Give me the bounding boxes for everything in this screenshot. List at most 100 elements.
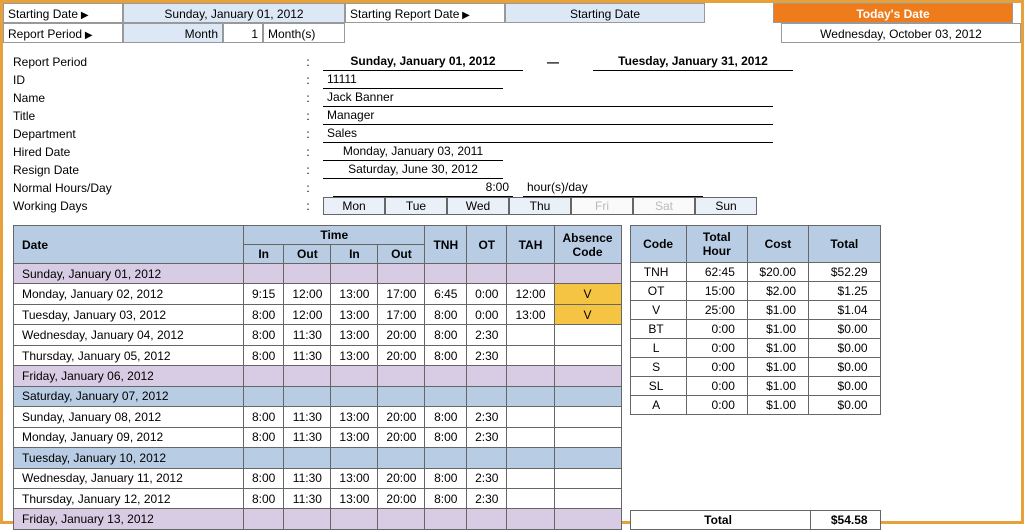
out1-cell[interactable]: 11:30 — [284, 345, 331, 365]
summary-row: TNH62:45$20.00$52.29 — [630, 263, 880, 282]
out1-cell[interactable]: 11:30 — [284, 488, 331, 508]
starting-date2-label[interactable]: Starting Date — [505, 3, 705, 23]
in1-cell[interactable]: 8:00 — [244, 345, 284, 365]
date-cell: Tuesday, January 03, 2012 — [14, 304, 244, 324]
ot-cell: 2:30 — [467, 325, 507, 345]
in2-cell[interactable]: 13:00 — [331, 304, 378, 324]
month-label[interactable]: Month — [123, 23, 223, 43]
out1-cell[interactable]: 11:30 — [284, 427, 331, 447]
hour-cell: 62:45 — [686, 263, 747, 282]
out1-cell[interactable]: 11:30 — [284, 468, 331, 488]
in2-cell[interactable]: 13:00 — [331, 325, 378, 345]
day-sat[interactable]: Sat — [633, 197, 695, 215]
out1-cell[interactable]: 12:00 — [284, 284, 331, 304]
day-sun[interactable]: Sun — [695, 197, 757, 215]
in2-cell[interactable]: 13:00 — [331, 427, 378, 447]
th-total: Total — [809, 226, 880, 263]
th-tah: TAH — [507, 226, 554, 264]
table-row: Friday, January 13, 2012 — [14, 509, 622, 530]
grand-total-table: Total $54.58 — [630, 510, 881, 530]
in1-cell[interactable]: 9:15 — [244, 284, 284, 304]
cost-cell: $1.00 — [747, 377, 808, 396]
in1-cell[interactable]: 8:00 — [244, 488, 284, 508]
out2-cell[interactable]: 20:00 — [378, 325, 425, 345]
grand-total-label: Total — [630, 511, 810, 530]
in1-cell[interactable]: 8:00 — [244, 325, 284, 345]
date-cell: Thursday, January 05, 2012 — [14, 345, 244, 365]
out2-cell[interactable]: 20:00 — [378, 407, 425, 427]
ot-cell: 2:30 — [467, 407, 507, 427]
in1-cell[interactable]: 8:00 — [244, 407, 284, 427]
starting-date-value[interactable]: Sunday, January 01, 2012 — [123, 3, 345, 23]
tnh-cell: 8:00 — [425, 345, 467, 365]
absence-cell[interactable] — [554, 468, 621, 488]
in2-cell[interactable]: 13:00 — [331, 468, 378, 488]
summary-row: S0:00$1.00$0.00 — [630, 358, 880, 377]
day-thu[interactable]: Thu — [509, 197, 571, 215]
out2-cell[interactable]: 20:00 — [378, 468, 425, 488]
code-cell: A — [630, 396, 686, 415]
starting-date-label[interactable]: Starting Date — [3, 3, 123, 23]
absence-cell[interactable]: V — [554, 284, 621, 304]
in1-cell[interactable]: 8:00 — [244, 427, 284, 447]
absence-cell[interactable] — [554, 488, 621, 508]
hour-cell: 0:00 — [686, 339, 747, 358]
total-cell: $1.25 — [809, 282, 880, 301]
resign-date-value[interactable]: Saturday, June 30, 2012 — [323, 162, 503, 179]
day-tue[interactable]: Tue — [385, 197, 447, 215]
in1-cell[interactable]: 8:00 — [244, 468, 284, 488]
th-date: Date — [14, 226, 244, 264]
day-wed[interactable]: Wed — [447, 197, 509, 215]
table-row: Wednesday, January 11, 20128:0011:3013:0… — [14, 468, 622, 488]
ot-cell: 0:00 — [467, 284, 507, 304]
total-cell: $52.29 — [809, 263, 880, 282]
absence-cell[interactable] — [554, 345, 621, 365]
in1-cell[interactable]: 8:00 — [244, 304, 284, 324]
department-value[interactable]: Sales — [323, 126, 773, 143]
department-label: Department — [13, 127, 303, 141]
out2-cell[interactable]: 20:00 — [378, 488, 425, 508]
summary-row: OT15:00$2.00$1.25 — [630, 282, 880, 301]
out2-cell[interactable]: 17:00 — [378, 284, 425, 304]
title-label: Title — [13, 109, 303, 123]
out2-cell[interactable]: 17:00 — [378, 304, 425, 324]
starting-report-date-label[interactable]: Starting Report Date — [345, 3, 505, 23]
th-cost: Cost — [747, 226, 808, 263]
tah-cell — [507, 427, 554, 447]
id-value[interactable]: 11111 — [323, 72, 503, 89]
name-value[interactable]: Jack Banner — [323, 90, 773, 107]
absence-cell[interactable] — [554, 325, 621, 345]
out2-cell[interactable]: 20:00 — [378, 427, 425, 447]
absence-cell[interactable] — [554, 427, 621, 447]
ot-cell: 2:30 — [467, 345, 507, 365]
hours-value[interactable]: 8:00 — [333, 180, 513, 197]
title-value[interactable]: Manager — [323, 108, 773, 125]
day-mon[interactable]: Mon — [323, 197, 385, 215]
th-time: Time — [244, 226, 425, 245]
out1-cell[interactable]: 12:00 — [284, 304, 331, 324]
month-value[interactable]: 1 — [223, 23, 263, 43]
date-cell: Monday, January 02, 2012 — [14, 284, 244, 304]
out1-cell[interactable]: 11:30 — [284, 325, 331, 345]
resign-date-label: Resign Date — [13, 163, 303, 177]
summary-row: BT0:00$1.00$0.00 — [630, 320, 880, 339]
tnh-cell: 8:00 — [425, 325, 467, 345]
in2-cell[interactable]: 13:00 — [331, 488, 378, 508]
out2-cell[interactable]: 20:00 — [378, 345, 425, 365]
out1-cell[interactable]: 11:30 — [284, 407, 331, 427]
date-cell: Sunday, January 01, 2012 — [14, 264, 244, 284]
absence-cell[interactable]: V — [554, 304, 621, 324]
working-days-row: MonTueWedThuFriSatSun — [323, 197, 757, 215]
in2-cell[interactable]: 13:00 — [331, 345, 378, 365]
absence-cell[interactable] — [554, 407, 621, 427]
in2-cell[interactable]: 13:00 — [331, 407, 378, 427]
tah-cell — [507, 345, 554, 365]
report-period-label[interactable]: Report Period — [3, 23, 123, 43]
in2-cell[interactable]: 13:00 — [331, 284, 378, 304]
working-days-label: Working Days — [13, 199, 303, 213]
hired-date-value[interactable]: Monday, January 03, 2011 — [323, 144, 503, 161]
code-cell: S — [630, 358, 686, 377]
ot-cell: 2:30 — [467, 488, 507, 508]
total-cell: $0.00 — [809, 339, 880, 358]
day-fri[interactable]: Fri — [571, 197, 633, 215]
